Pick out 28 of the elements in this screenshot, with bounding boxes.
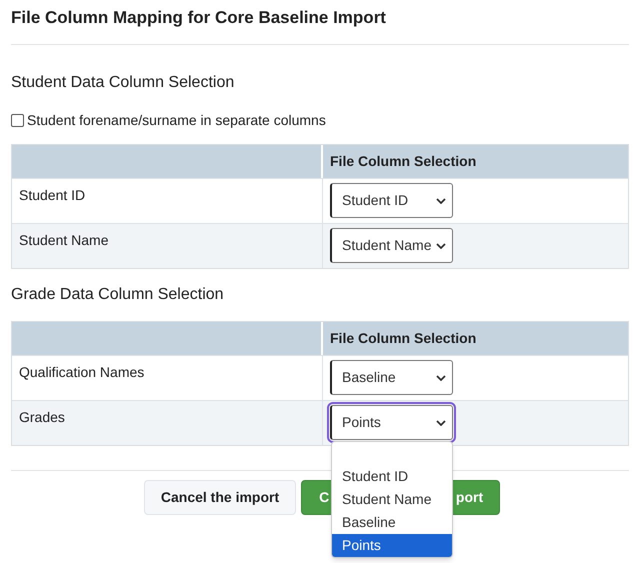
- select-value: Student ID: [342, 191, 408, 210]
- chevron-down-icon: [436, 198, 446, 204]
- row-label: Student Name: [19, 232, 108, 248]
- dropdown-option[interactable]: Baseline: [332, 511, 452, 534]
- select-dropdown[interactable]: Student Name: [330, 228, 453, 263]
- page-title: File Column Mapping for Core Baseline Import: [11, 7, 387, 29]
- select-dropdown[interactable]: Student ID: [330, 183, 453, 218]
- checkbox-label: Student forename/surname in separate columns: [27, 111, 326, 130]
- select-value: Baseline: [342, 368, 396, 387]
- chevron-down-icon: [436, 242, 446, 248]
- select-value: Points: [342, 413, 381, 432]
- section-heading: Grade Data Column Selection: [10, 285, 225, 305]
- column-header: File Column Selection: [330, 329, 476, 348]
- dropdown-option[interactable]: Student Name: [332, 488, 452, 511]
- select-value: Student Name: [342, 236, 432, 255]
- row-label: Qualification Names: [19, 364, 144, 380]
- section-heading: Student Data Column Selection: [10, 73, 236, 93]
- cancel-button[interactable]: Cancel the import: [144, 480, 296, 515]
- dropdown-option[interactable]: Student ID: [332, 465, 452, 488]
- chevron-down-icon: [436, 374, 446, 380]
- select-dropdown[interactable]: Baseline: [330, 360, 453, 395]
- row-label: Student ID: [19, 187, 86, 203]
- row-label: Grades: [19, 409, 65, 425]
- chevron-down-icon: [436, 420, 446, 426]
- column-header: File Column Selection: [330, 152, 476, 171]
- dropdown-option[interactable]: Points: [332, 534, 452, 557]
- checkbox[interactable]: [11, 114, 24, 127]
- select-dropdown[interactable]: Points: [330, 405, 453, 440]
